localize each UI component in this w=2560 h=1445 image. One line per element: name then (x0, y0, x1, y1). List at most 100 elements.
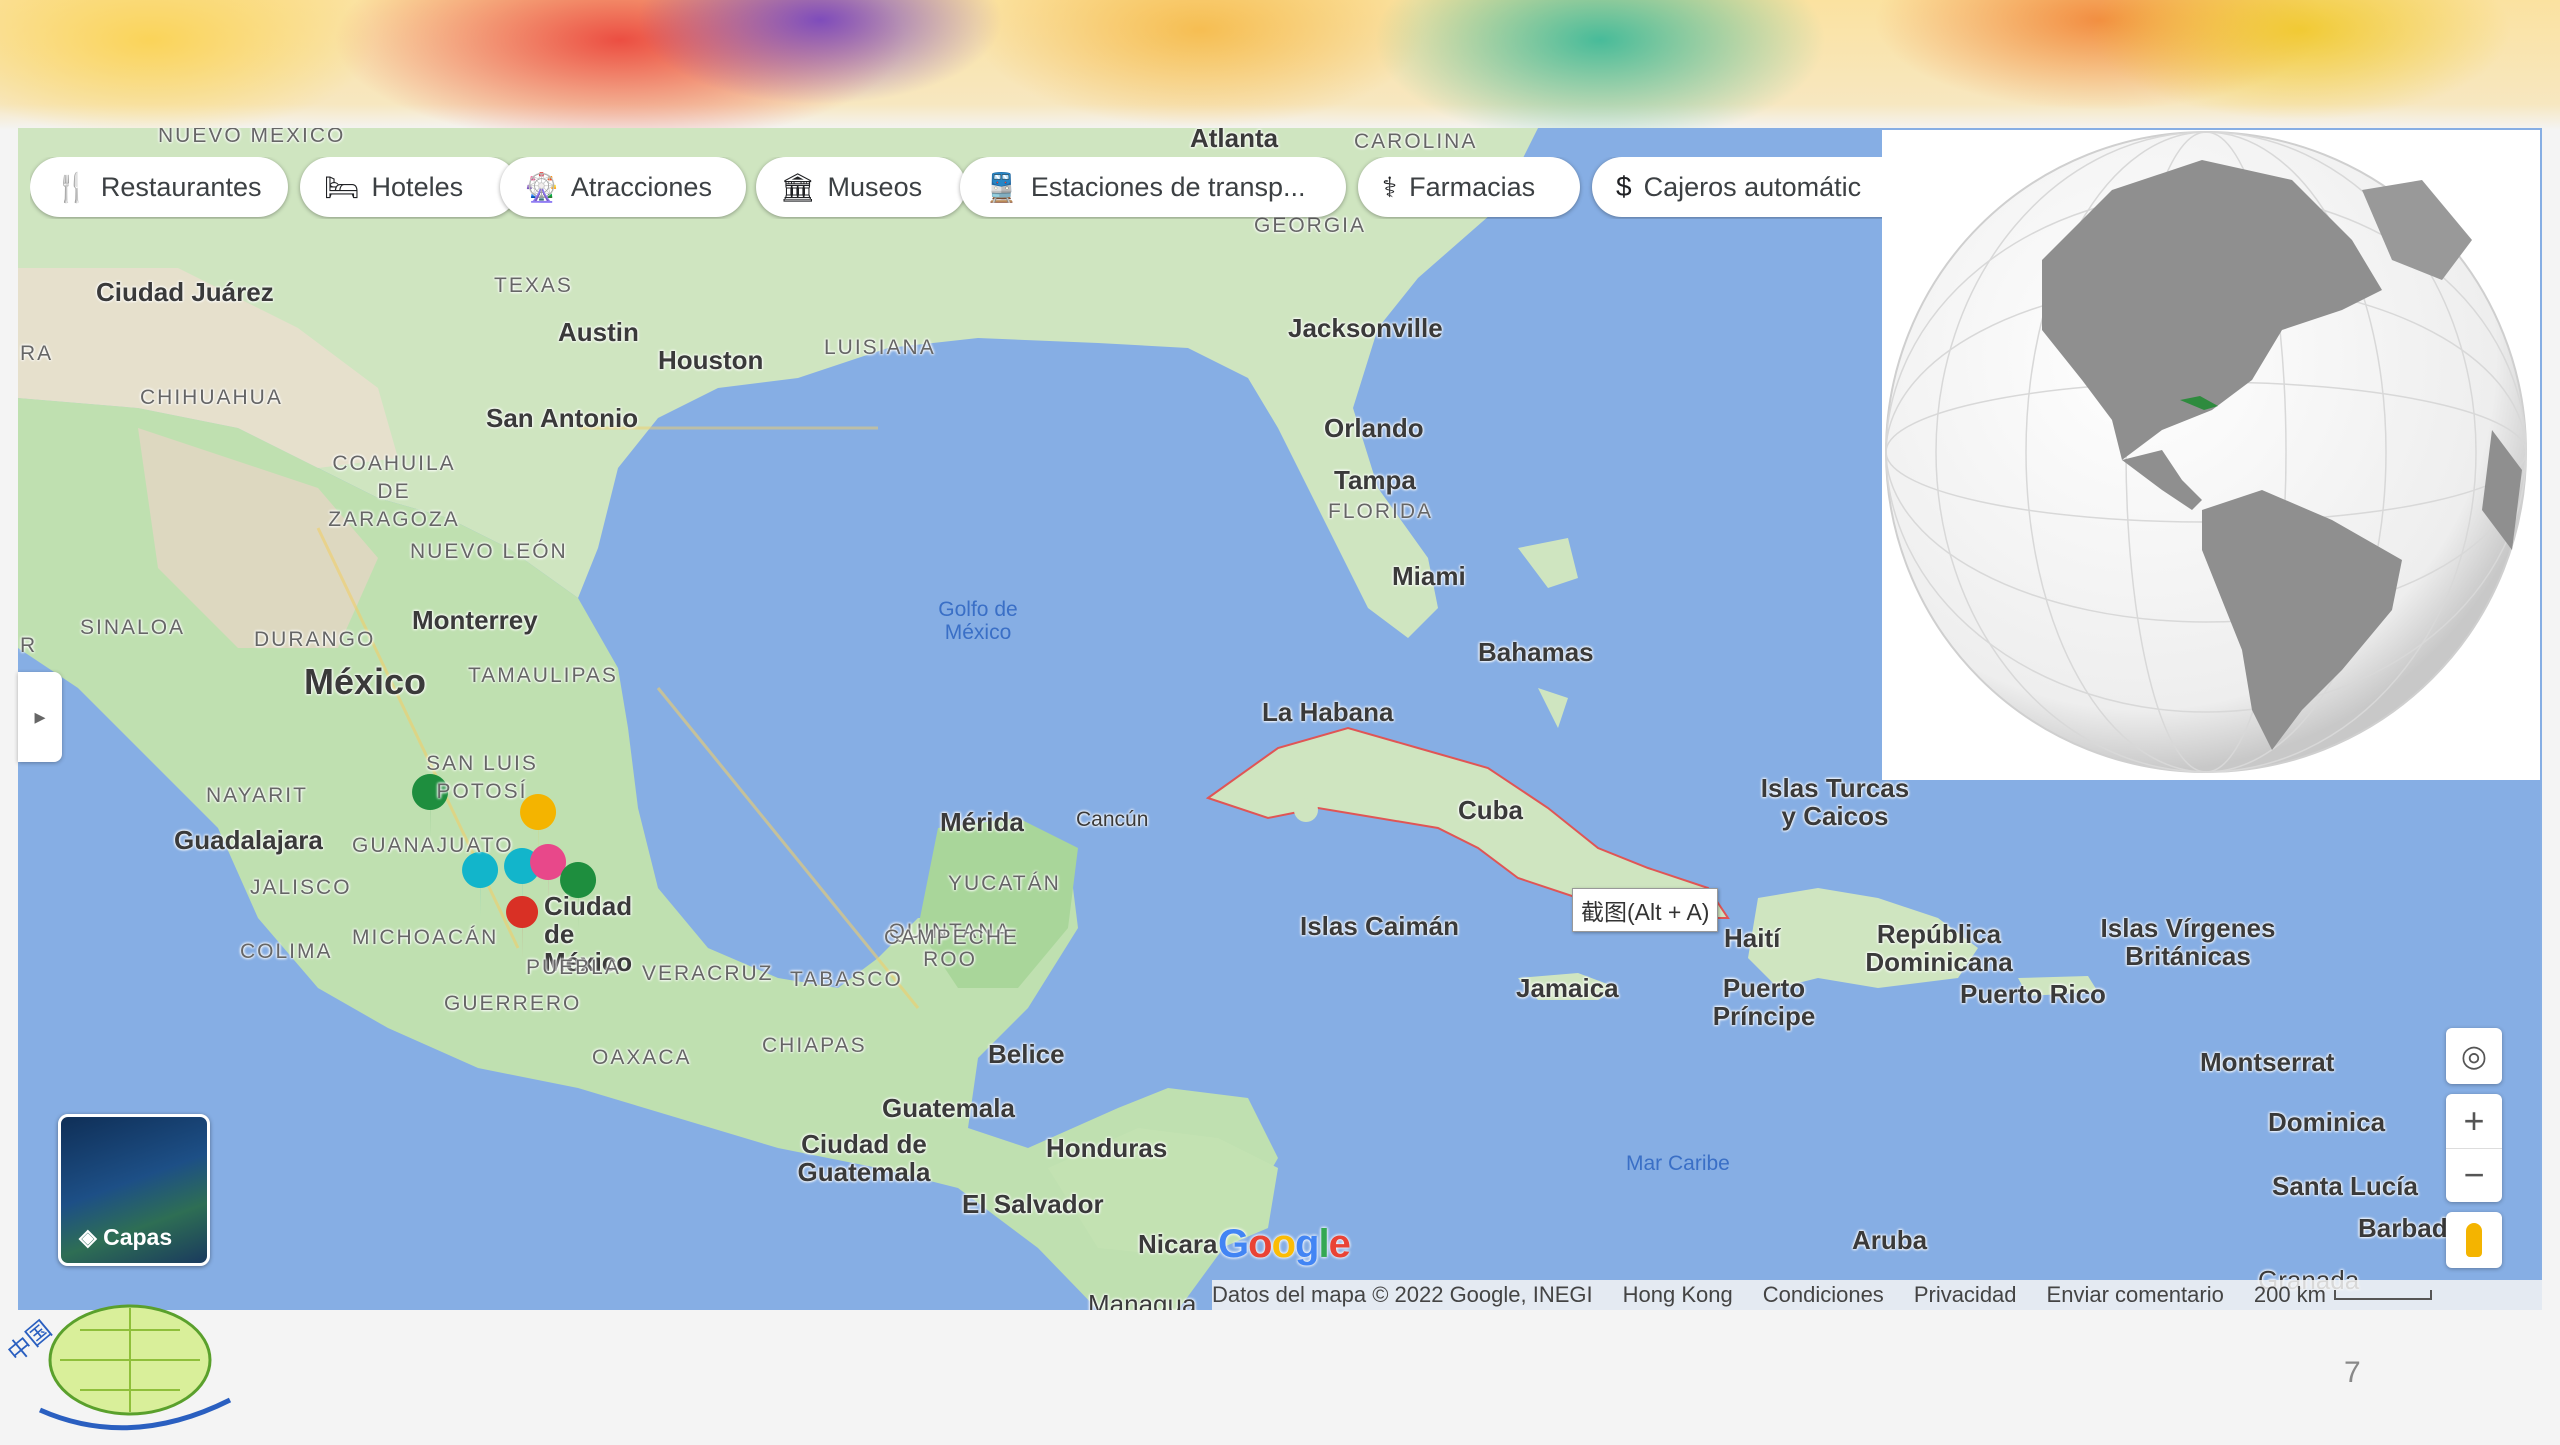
category-chips: 🍴 Restaurantes 🛏 Hoteles 🎡 Atracciones 🏛… (30, 157, 1888, 219)
label-state: GUERRERO (444, 992, 582, 1015)
label-city: Puerto Príncipe (1712, 973, 1816, 1031)
map-data-text: Datos del mapa © 2022 Google, INEGI (1212, 1282, 1593, 1307)
label-city: Tampa (1334, 465, 1416, 495)
scale-bar (2334, 1290, 2432, 1300)
google-logo: Google (1218, 1222, 1351, 1266)
layers-label: ◈ Capas (79, 1224, 172, 1251)
label-state: OAXACA (592, 1046, 692, 1069)
label-state: NUEVO LEÓN (410, 540, 568, 563)
land-isle-of-youth (1294, 798, 1318, 822)
label-country: Nicara (1138, 1229, 1218, 1259)
label-country: Puerto Rico (1960, 979, 2106, 1009)
label-country: República Dominicana (1865, 919, 2013, 977)
label-country: Haití (1724, 923, 1781, 953)
label-country: Islas Vírgenes Británicas (2100, 913, 2276, 971)
label-city: Austin (558, 317, 639, 347)
chip-transit-stations[interactable]: 🚆 Estaciones de transp... (960, 157, 1346, 217)
decorative-banner (0, 0, 2560, 130)
region-link[interactable]: Hong Kong (1623, 1282, 1733, 1308)
label-country: Cuba (1458, 795, 1523, 825)
layers-text: Capas (103, 1224, 173, 1250)
chip-atms[interactable]: $ Cajeros automátic (1592, 157, 1888, 217)
label-state: RA (20, 342, 54, 365)
label-city: Atlanta (1190, 128, 1279, 153)
chip-hotels[interactable]: 🛏 Hoteles (300, 157, 518, 217)
land-bahamas-2 (1538, 688, 1568, 728)
scale-label[interactable]: 200 km (2254, 1282, 2326, 1308)
label-water: Golfo de México (938, 598, 1018, 644)
org-logo: 中国 (0, 1300, 250, 1440)
chip-label: Restaurantes (100, 171, 262, 202)
globe-inset (1882, 130, 2540, 780)
label-state: CHIAPAS (762, 1034, 867, 1057)
zoom-out-button[interactable]: − (2446, 1149, 2502, 1203)
label-state: COAHUILA DE ZARAGOZA (328, 452, 460, 531)
label-country: Santa Lucía (2272, 1171, 2418, 1201)
label-state: CAMPECHE (884, 926, 1020, 949)
privacy-link[interactable]: Privacidad (1914, 1282, 2017, 1308)
label-country: Jamaica (1516, 973, 1619, 1003)
crosshair-icon: ◎ (2460, 1039, 2488, 1073)
label-city: Mérida (940, 807, 1024, 837)
label-country: Barbad (2358, 1213, 2448, 1243)
my-location-button[interactable]: ◎ (2446, 1028, 2502, 1084)
label-country: Dominica (2268, 1107, 2386, 1137)
label-state: PUEBLA (526, 956, 621, 979)
chip-label: Estaciones de transp... (1030, 171, 1306, 202)
page-number: 7 (2344, 1356, 2361, 1389)
label-country: Aruba (1852, 1225, 1928, 1255)
chip-attractions[interactable]: 🎡 Atracciones (500, 157, 746, 217)
feedback-link[interactable]: Enviar comentario (2047, 1282, 2224, 1308)
terms-link[interactable]: Condiciones (1763, 1282, 1884, 1308)
label-state: SAN LUIS POTOSÍ (426, 752, 538, 803)
atm-icon: $ (1616, 171, 1632, 202)
label-city: San Antonio (486, 403, 639, 433)
chip-label: Museos (827, 171, 923, 202)
label-state: NAYARIT (206, 784, 308, 807)
bed-icon: 🛏 (324, 171, 360, 203)
zoom-controls: + − (2446, 1094, 2502, 1202)
label-state: VERACRUZ (642, 962, 774, 985)
fork-knife-icon: 🍴 (54, 171, 89, 203)
museum-icon: 🏛 (780, 171, 816, 203)
label-city: Managua (1088, 1289, 1197, 1310)
label-state: FLORIDA (1328, 500, 1434, 523)
street-view-button[interactable] (2446, 1212, 2502, 1268)
chip-label: Atracciones (570, 171, 712, 202)
layers-button[interactable]: ◈ Capas (58, 1114, 210, 1266)
label-state: NUEVO MÉXICO (158, 128, 346, 147)
label-country: Honduras (1046, 1133, 1168, 1163)
label-state: R (20, 634, 38, 657)
label-state: GUANAJUATO (352, 834, 514, 857)
chip-pharmacies[interactable]: ⚕ Farmacias (1358, 157, 1580, 217)
chip-museums[interactable]: 🏛 Museos (756, 157, 966, 217)
chip-label: Cajeros automátic (1643, 171, 1862, 202)
screenshot-tooltip: 截图(Alt + A) (1572, 888, 1719, 932)
label-state: TEXAS (494, 274, 573, 297)
label-state: TAMAULIPAS (468, 664, 618, 687)
pegman-icon (2466, 1223, 2482, 1257)
label-country: Montserrat (2200, 1047, 2335, 1077)
side-panel-toggle[interactable]: ▸ (18, 672, 62, 762)
label-state: COLIMA (240, 940, 333, 963)
label-state: CAROLINA (1354, 130, 1478, 153)
label-country: Islas Caimán (1300, 911, 1459, 941)
label-city: La Habana (1262, 697, 1394, 727)
chip-restaurants[interactable]: 🍴 Restaurantes (30, 157, 288, 217)
label-state: SINALOA (80, 616, 186, 639)
label-city: Orlando (1324, 413, 1424, 443)
zoom-in-button[interactable]: + (2446, 1094, 2502, 1149)
attribution-bar: Datos del mapa © 2022 Google, INEGI Hong… (1212, 1280, 2542, 1310)
label-city: Monterrey (412, 605, 538, 635)
land-bahamas (1518, 538, 1578, 588)
label-country: El Salvador (962, 1189, 1104, 1219)
label-water: Mar Caribe (1626, 1152, 1730, 1175)
label-city: Ciudad Juárez (96, 277, 274, 307)
label-state: LUISIANA (824, 336, 936, 359)
label-country: México (304, 661, 427, 702)
train-icon: 🚆 (984, 171, 1019, 203)
label-state: CHIHUAHUA (140, 386, 283, 409)
label-state: YUCATÁN (948, 872, 1061, 895)
chevron-right-icon: ▸ (34, 704, 46, 729)
chip-label: Hoteles (371, 171, 464, 202)
